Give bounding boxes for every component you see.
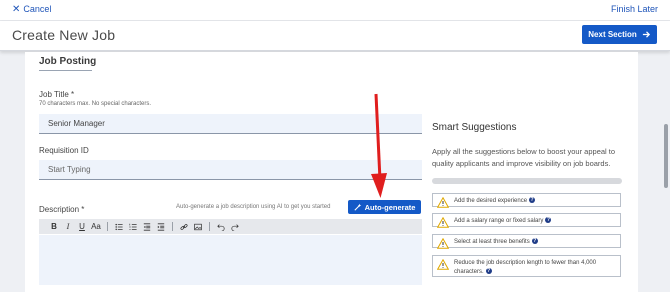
job-title-hint: 70 characters max. No special characters… xyxy=(39,101,152,107)
page-title: Create New Job xyxy=(12,27,116,43)
suggestion-text: Add the desired experience xyxy=(454,198,528,204)
requisition-id-label: Requisition ID xyxy=(39,146,89,155)
suggestion-text: Reduce the job description length to few… xyxy=(454,260,597,275)
toolbar-divider xyxy=(209,222,210,231)
suggestion-item[interactable]: Select at least three benefits? xyxy=(432,234,621,249)
font-size-button[interactable]: Aa xyxy=(89,220,103,234)
next-section-button[interactable]: Next Section xyxy=(582,25,657,44)
toolbar-divider xyxy=(172,222,173,231)
autogen-hint: Auto-generate a job description using AI… xyxy=(176,204,331,210)
section-title: Job Posting xyxy=(39,56,97,67)
bullet-list-icon[interactable] xyxy=(112,220,126,234)
suggestion-text: Select at least three benefits xyxy=(454,239,530,245)
underline-button[interactable]: U xyxy=(75,220,89,234)
bold-button[interactable]: B xyxy=(47,220,61,234)
warning-icon xyxy=(437,217,449,228)
help-icon[interactable]: ? xyxy=(531,238,538,245)
image-icon[interactable] xyxy=(191,220,205,234)
section-divider xyxy=(39,70,92,71)
suggestions-progress-bar xyxy=(432,178,622,184)
outdent-icon[interactable] xyxy=(140,220,154,234)
description-editor[interactable] xyxy=(39,235,422,285)
arrow-right-icon xyxy=(642,31,650,38)
job-title-label: Job Title * xyxy=(39,90,75,99)
magic-wand-icon xyxy=(354,203,361,211)
toolbar-divider xyxy=(107,222,108,231)
redo-icon[interactable] xyxy=(228,220,242,234)
cancel-link[interactable]: ✕ Cancel xyxy=(12,4,51,15)
link-icon[interactable] xyxy=(177,220,191,234)
annotation-arrow-icon xyxy=(371,93,387,198)
close-icon: ✕ xyxy=(12,4,21,15)
cancel-label: Cancel xyxy=(23,4,52,14)
warning-icon xyxy=(437,259,449,270)
undo-icon[interactable] xyxy=(214,220,228,234)
next-section-label: Next Section xyxy=(588,30,637,39)
suggestion-item[interactable]: Add the desired experience? xyxy=(432,193,621,208)
italic-button[interactable]: I xyxy=(61,220,75,234)
page-header: Create New Job Next Section xyxy=(0,21,670,51)
warning-icon xyxy=(437,238,449,249)
numbered-list-icon[interactable] xyxy=(126,220,140,234)
indent-icon[interactable] xyxy=(154,220,168,234)
help-icon[interactable]: ? xyxy=(545,217,552,224)
suggestion-item[interactable]: Add a salary range or fixed salary? xyxy=(432,213,621,228)
scrollbar-thumb[interactable] xyxy=(664,124,668,188)
smart-suggestions-description: Apply all the suggestions below to boost… xyxy=(432,147,616,168)
help-icon[interactable]: ? xyxy=(485,268,492,275)
smart-suggestions-title: Smart Suggestions xyxy=(432,122,517,133)
suggestion-text: Add a salary range or fixed salary xyxy=(454,218,544,224)
warning-icon xyxy=(437,197,449,208)
help-icon[interactable]: ? xyxy=(529,197,536,204)
auto-generate-label: Auto-generate xyxy=(364,202,416,212)
top-bar: ✕ Cancel Finish Later xyxy=(0,0,670,21)
finish-later-link[interactable]: Finish Later xyxy=(611,4,658,14)
suggestion-item[interactable]: Reduce the job description length to few… xyxy=(432,255,621,277)
description-label: Description * xyxy=(39,205,85,214)
auto-generate-button[interactable]: Auto-generate xyxy=(348,200,421,214)
editor-toolbar: B I U Aa xyxy=(39,219,422,234)
